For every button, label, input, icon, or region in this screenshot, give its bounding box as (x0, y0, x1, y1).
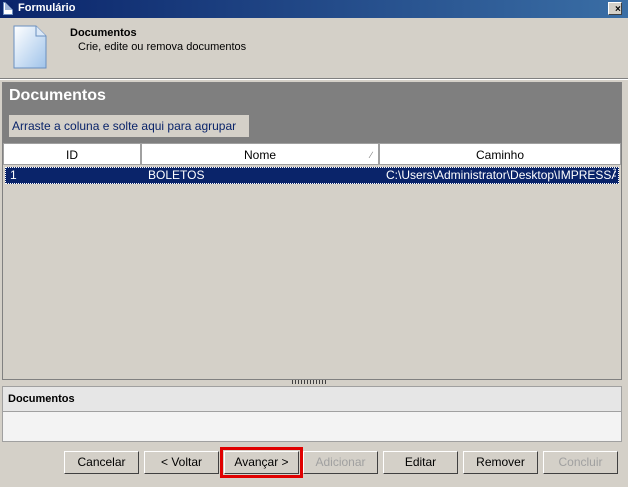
column-header-label: Nome (243, 148, 276, 162)
cell-id: 1 (10, 168, 17, 182)
documents-grid[interactable]: ID Nome ∕ Caminho 1 BOLETOS C:\Users\Adm… (3, 143, 621, 379)
documents-panel: Documentos Arraste a coluna e solte aqui… (2, 82, 622, 380)
column-header-label: Caminho (475, 148, 525, 162)
column-header-id[interactable]: ID (3, 143, 141, 165)
cancel-button[interactable]: Cancelar (64, 451, 139, 474)
column-headers: ID Nome ∕ Caminho (3, 143, 621, 165)
sort-ascending-icon: ∕ (370, 150, 372, 160)
detail-header: Documentos (2, 386, 622, 412)
group-by-area[interactable]: Arraste a coluna e solte aqui para agrup… (9, 115, 249, 137)
panel-header: Documentos Arraste a coluna e solte aqui… (3, 83, 621, 143)
header-title: Documentos (70, 27, 137, 39)
wizard-header: Documentos Crie, edite ou remova documen… (0, 18, 628, 78)
detail-body (2, 412, 622, 442)
back-button[interactable]: < Voltar (144, 451, 219, 474)
column-header-caminho[interactable]: Caminho (379, 143, 621, 165)
splitter-grip-icon (292, 380, 328, 384)
header-separator (0, 78, 628, 80)
next-button[interactable]: Avançar > (220, 447, 303, 478)
close-button[interactable]: × (608, 2, 622, 15)
title-bar: Formulário × (0, 0, 628, 18)
window-title: Formulário (18, 2, 76, 14)
cell-nome: BOLETOS (148, 168, 205, 182)
document-icon (13, 25, 47, 69)
cell-caminho: C:\Users\Administrator\Desktop\IMPRESSÃO (386, 168, 616, 182)
table-row[interactable]: 1 BOLETOS C:\Users\Administrator\Desktop… (5, 167, 619, 184)
column-header-nome[interactable]: Nome ∕ (141, 143, 379, 165)
panel-title: Documentos (9, 87, 106, 104)
add-button[interactable]: Adicionar (303, 451, 378, 474)
finish-button[interactable]: Concluir (543, 451, 618, 474)
column-header-label: ID (66, 148, 78, 162)
edit-button[interactable]: Editar (383, 451, 458, 474)
header-subtitle: Crie, edite ou remova documentos (78, 41, 247, 53)
remove-button[interactable]: Remover (463, 451, 538, 474)
form-icon (3, 2, 13, 15)
